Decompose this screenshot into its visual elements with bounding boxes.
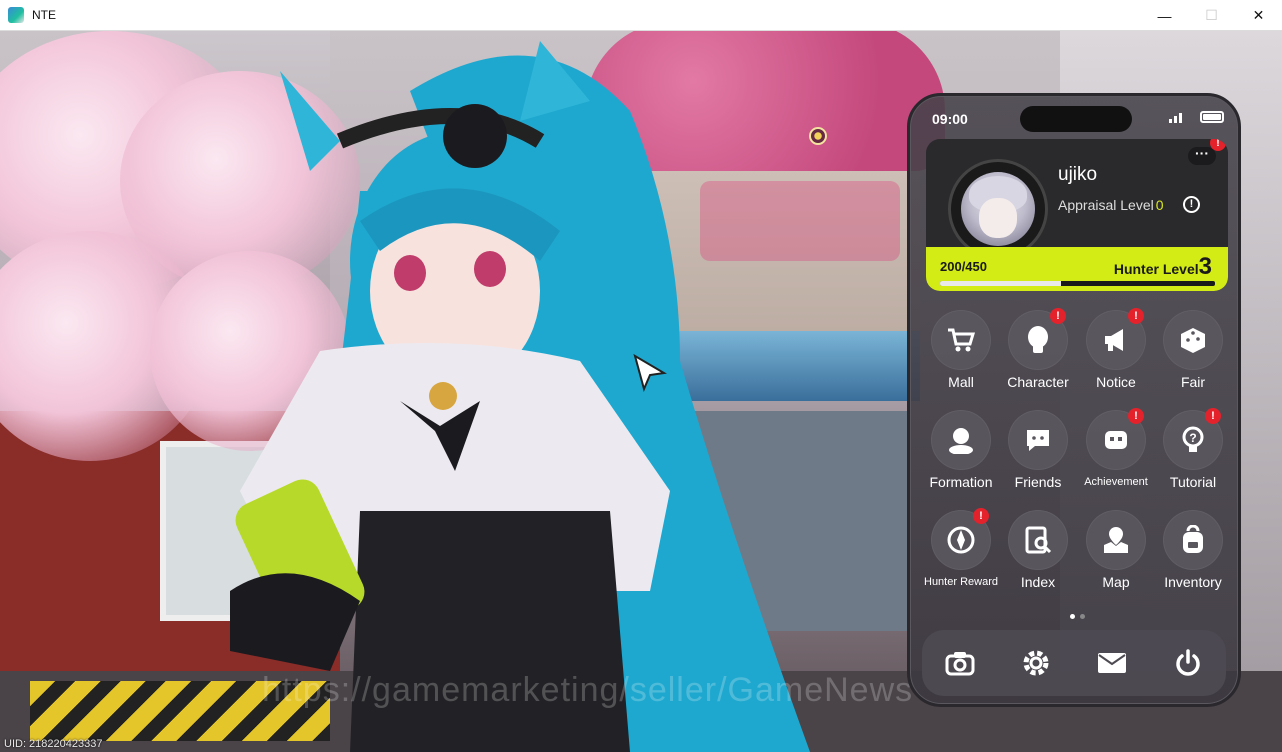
hunter-level-label: Hunter Level	[1113, 261, 1199, 277]
notification-badge: !	[1210, 139, 1226, 151]
camera-button[interactable]	[938, 641, 982, 685]
more-options-button[interactable]: ··· !	[1188, 139, 1226, 165]
app-formation[interactable]: Formation	[922, 410, 1000, 490]
info-icon[interactable]: !	[1183, 196, 1200, 213]
phone-menu: 09:00 ··· ! ujiko Appraisal Level 0 ! 200…	[907, 93, 1241, 707]
camera-icon	[945, 652, 975, 676]
compass-icon: !	[931, 508, 991, 570]
app-label: Index	[1020, 574, 1056, 590]
hunter-level-bar: 200/450 Hunter Level3	[926, 247, 1228, 291]
app-fair[interactable]: Fair	[1154, 310, 1232, 390]
appraisal-label: Appraisal Level	[1058, 197, 1154, 213]
status-clock: 09:00	[932, 111, 968, 127]
minimize-button[interactable]: —	[1141, 0, 1188, 31]
player-name: ujiko	[1058, 164, 1098, 185]
player-character[interactable]	[210, 31, 870, 752]
hunter-level-value: 3	[1198, 253, 1212, 280]
notification-badge: !	[1128, 308, 1144, 324]
close-button[interactable]: ✕	[1235, 0, 1282, 31]
app-label: Character	[1007, 374, 1069, 390]
page-dot[interactable]	[1080, 614, 1085, 619]
app-label: Fair	[1180, 374, 1206, 390]
uid-label: UID: 218220423337	[4, 738, 103, 750]
watermark-text: https://gamemarketing/seller/GameNews	[262, 671, 914, 709]
robot-icon: !	[1086, 408, 1146, 470]
app-map[interactable]: Map	[1077, 510, 1155, 590]
profile-card[interactable]: ··· ! ujiko Appraisal Level 0 ! 200/450 H…	[926, 139, 1228, 291]
app-label: Friends	[1014, 474, 1062, 490]
formation-icon	[931, 410, 991, 470]
notification-badge: !	[973, 508, 989, 524]
appraisal-value: 0	[1155, 197, 1164, 213]
hunter-level: Hunter Level3	[1114, 253, 1212, 281]
backpack-icon	[1163, 510, 1223, 570]
phone-notch	[1020, 106, 1132, 132]
settings-icon	[1023, 650, 1049, 676]
signal-icon	[1169, 113, 1182, 123]
app-logo-icon	[8, 7, 24, 23]
window-titlebar: NTE — ☐ ✕	[0, 0, 1282, 31]
app-character[interactable]: ! Character	[999, 308, 1077, 390]
page-dot[interactable]	[1070, 614, 1075, 619]
exp-text: 200/450	[940, 259, 987, 274]
notification-badge: !	[1128, 408, 1144, 424]
battery-icon	[1200, 111, 1224, 123]
notification-badge: !	[1050, 308, 1066, 324]
avatar-image	[961, 172, 1035, 246]
app-label: Inventory	[1164, 574, 1222, 590]
phone-dock	[922, 630, 1226, 696]
power-button[interactable]	[1166, 641, 1210, 685]
phone-status-bar: 09:00	[910, 96, 1238, 138]
app-label: Map	[1102, 574, 1130, 590]
map-icon	[1086, 510, 1146, 570]
app-hunter-reward[interactable]: ! Hunter Reward	[922, 508, 1000, 588]
exp-progress-fill	[940, 281, 1061, 286]
app-mall[interactable]: Mall	[922, 310, 1000, 390]
app-label: Achievement	[1084, 476, 1148, 488]
svg-text:?: ?	[1189, 431, 1196, 445]
app-achievement[interactable]: ! Achievement	[1077, 408, 1155, 488]
chat-icon	[1008, 410, 1068, 470]
exp-progress-bar	[940, 281, 1215, 286]
app-label: Formation	[929, 474, 993, 490]
megaphone-icon: !	[1086, 308, 1146, 370]
lightbulb-icon: ?!	[1163, 408, 1223, 470]
character-icon: !	[1008, 308, 1068, 370]
maximize-button[interactable]: ☐	[1188, 0, 1235, 31]
power-icon	[1176, 649, 1200, 676]
dice-icon	[1163, 310, 1223, 370]
settings-button[interactable]	[1014, 641, 1058, 685]
cart-icon	[931, 310, 991, 370]
mail-icon	[1098, 653, 1126, 673]
mail-button[interactable]	[1090, 641, 1134, 685]
app-label: Mall	[948, 374, 974, 390]
app-notice[interactable]: ! Notice	[1077, 308, 1155, 390]
app-index[interactable]: Index	[999, 510, 1077, 590]
app-label: Notice	[1096, 374, 1136, 390]
app-friends[interactable]: Friends	[999, 410, 1077, 490]
appraisal-level: Appraisal Level 0	[1058, 197, 1164, 213]
index-icon	[1008, 510, 1068, 570]
window-title: NTE	[32, 8, 56, 22]
app-label: Tutorial	[1169, 474, 1217, 490]
page-indicator	[1070, 614, 1085, 619]
quest-marker-icon[interactable]	[809, 127, 827, 145]
app-label: Hunter Reward	[924, 576, 998, 588]
app-inventory[interactable]: Inventory	[1154, 510, 1232, 590]
notification-badge: !	[1205, 408, 1221, 424]
mouse-cursor-icon	[633, 353, 667, 393]
app-tutorial[interactable]: ?! Tutorial	[1154, 408, 1232, 490]
avatar[interactable]	[948, 159, 1048, 259]
